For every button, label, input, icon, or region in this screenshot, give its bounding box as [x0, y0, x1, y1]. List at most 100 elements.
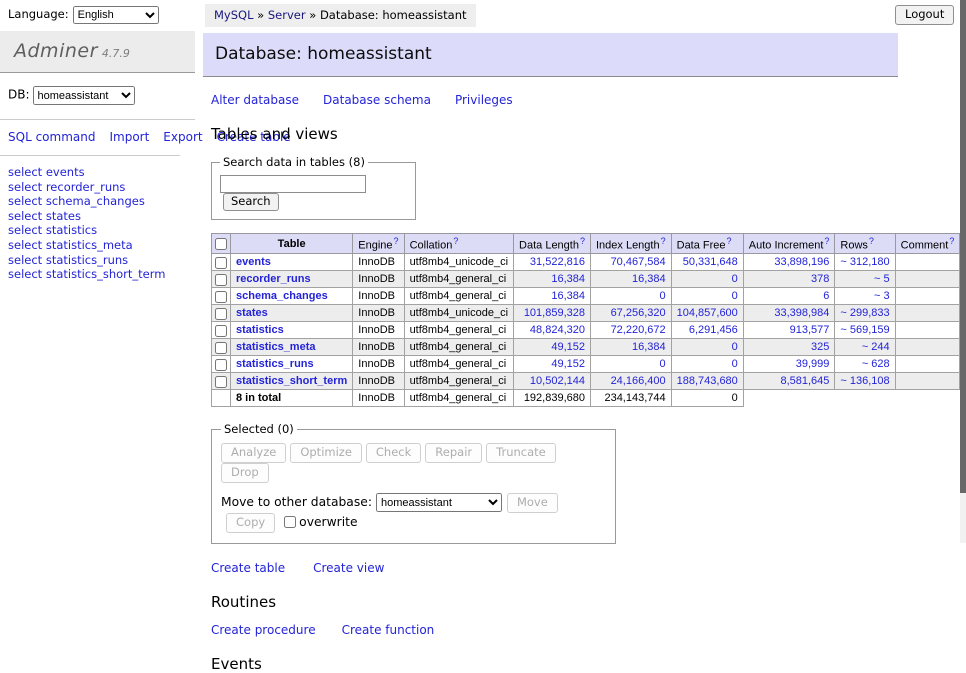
auto-increment-link[interactable]: 325: [811, 341, 829, 353]
select-all-checkbox[interactable]: [215, 238, 227, 250]
create-view-link[interactable]: Create view: [313, 561, 384, 575]
row-checkbox[interactable]: [215, 376, 227, 388]
scrollbar-thumb[interactable]: [960, 0, 966, 493]
app-name[interactable]: Adminer: [14, 40, 98, 62]
table-link-statistics-runs[interactable]: statistics_runs: [236, 358, 314, 370]
sidebar-select-events[interactable]: select events: [8, 166, 187, 180]
action-link-alter-database[interactable]: Alter database: [211, 93, 299, 107]
action-link-database-schema[interactable]: Database schema: [323, 93, 431, 107]
create-table-link[interactable]: Create table: [211, 561, 285, 575]
data-free-link[interactable]: 0: [732, 358, 738, 370]
sidebar-link-sql-command[interactable]: SQL command: [8, 130, 95, 144]
rows-link[interactable]: ~ 5: [874, 273, 890, 285]
row-checkbox[interactable]: [215, 274, 227, 286]
data-free-link[interactable]: 6,291,456: [689, 324, 738, 336]
index-length-link[interactable]: 0: [660, 290, 666, 302]
data-length-link[interactable]: 49,152: [551, 341, 585, 353]
table-link-schema-changes[interactable]: schema_changes: [236, 290, 328, 302]
drop-button[interactable]: Drop: [221, 463, 269, 483]
index-length-link[interactable]: 67,256,320: [611, 307, 666, 319]
rows-link[interactable]: ~ 628: [862, 358, 890, 370]
breadcrumb-link-server[interactable]: Server: [268, 8, 306, 22]
sidebar-select-statistics-runs[interactable]: select statistics_runs: [8, 254, 187, 268]
logout-button[interactable]: Logout: [895, 5, 954, 25]
data-length-link[interactable]: 10,502,144: [530, 375, 585, 387]
help-link[interactable]: ?: [394, 236, 399, 246]
help-link[interactable]: ?: [949, 236, 954, 246]
data-free-link[interactable]: 50,331,648: [683, 256, 738, 268]
overwrite-checkbox[interactable]: [284, 516, 296, 528]
auto-increment-link[interactable]: 33,398,984: [774, 307, 829, 319]
data-length-link[interactable]: 49,152: [551, 358, 585, 370]
create-function-link[interactable]: Create function: [342, 623, 435, 637]
auto-increment-link[interactable]: 913,577: [790, 324, 830, 336]
index-length-link[interactable]: 16,384: [632, 273, 666, 285]
create-procedure-link[interactable]: Create procedure: [211, 623, 316, 637]
data-free-link[interactable]: 188,743,680: [677, 375, 738, 387]
optimize-button[interactable]: Optimize: [290, 443, 362, 463]
sidebar-select-recorder-runs[interactable]: select recorder_runs: [8, 181, 187, 195]
row-checkbox[interactable]: [215, 342, 227, 354]
row-checkbox[interactable]: [215, 257, 227, 269]
sidebar-select-statistics-meta[interactable]: select statistics_meta: [8, 239, 187, 253]
help-link[interactable]: ?: [869, 236, 874, 246]
db-select[interactable]: homeassistant: [33, 86, 135, 105]
data-length-link[interactable]: 16,384: [551, 290, 585, 302]
truncate-button[interactable]: Truncate: [486, 443, 556, 463]
index-length-link[interactable]: 24,166,400: [611, 375, 666, 387]
data-length-link[interactable]: 31,522,816: [530, 256, 585, 268]
auto-increment-link[interactable]: 378: [811, 273, 829, 285]
index-length-link[interactable]: 72,220,672: [611, 324, 666, 336]
analyze-button[interactable]: Analyze: [221, 443, 286, 463]
copy-button[interactable]: Copy: [226, 513, 275, 533]
table-link-statistics-meta[interactable]: statistics_meta: [236, 341, 316, 353]
data-free-link[interactable]: 0: [732, 273, 738, 285]
version-label[interactable]: 4.7.9: [102, 47, 130, 60]
rows-link[interactable]: ~ 312,180: [840, 256, 889, 268]
help-link[interactable]: ?: [580, 236, 585, 246]
auto-increment-link[interactable]: 39,999: [796, 358, 830, 370]
data-free-link[interactable]: 0: [732, 341, 738, 353]
repair-button[interactable]: Repair: [425, 443, 482, 463]
data-length-link[interactable]: 101,859,328: [524, 307, 585, 319]
data-length-link[interactable]: 48,824,320: [530, 324, 585, 336]
row-checkbox[interactable]: [215, 308, 227, 320]
check-button[interactable]: Check: [366, 443, 421, 463]
table-link-statistics[interactable]: statistics: [236, 324, 284, 336]
table-link-events[interactable]: events: [236, 256, 271, 268]
index-length-link[interactable]: 16,384: [632, 341, 666, 353]
sidebar-select-states[interactable]: select states: [8, 210, 187, 224]
table-link-states[interactable]: states: [236, 307, 268, 319]
data-length-link[interactable]: 16,384: [551, 273, 585, 285]
move-db-select[interactable]: homeassistant: [376, 493, 502, 512]
table-link-statistics-short-term[interactable]: statistics_short_term: [236, 375, 347, 387]
table-link-recorder-runs[interactable]: recorder_runs: [236, 273, 311, 285]
rows-link[interactable]: ~ 569,159: [840, 324, 889, 336]
help-link[interactable]: ?: [453, 236, 458, 246]
rows-link[interactable]: ~ 244: [862, 341, 890, 353]
search-button[interactable]: Search: [223, 193, 279, 211]
row-checkbox[interactable]: [215, 291, 227, 303]
row-checkbox[interactable]: [215, 359, 227, 371]
rows-link[interactable]: ~ 136,108: [840, 375, 889, 387]
rows-link[interactable]: ~ 299,833: [840, 307, 889, 319]
index-length-link[interactable]: 70,467,584: [611, 256, 666, 268]
auto-increment-link[interactable]: 8,581,645: [780, 375, 829, 387]
sidebar-select-schema-changes[interactable]: select schema_changes: [8, 195, 187, 209]
language-select[interactable]: English: [73, 6, 159, 24]
search-input[interactable]: [220, 175, 366, 193]
rows-link[interactable]: ~ 3: [874, 290, 890, 302]
auto-increment-link[interactable]: 6: [823, 290, 829, 302]
breadcrumb-link-mysql[interactable]: MySQL: [214, 8, 254, 22]
auto-increment-link[interactable]: 33,898,196: [774, 256, 829, 268]
data-free-link[interactable]: 0: [732, 290, 738, 302]
help-link[interactable]: ?: [661, 236, 666, 246]
sidebar-select-statistics-short-term[interactable]: select statistics_short_term: [8, 268, 187, 282]
help-link[interactable]: ?: [727, 236, 732, 246]
action-link-privileges[interactable]: Privileges: [455, 93, 513, 107]
scrollbar[interactable]: [960, 0, 966, 543]
sidebar-link-import[interactable]: Import: [109, 130, 149, 144]
move-button[interactable]: Move: [507, 493, 558, 513]
row-checkbox[interactable]: [215, 325, 227, 337]
sidebar-select-statistics[interactable]: select statistics: [8, 224, 187, 238]
